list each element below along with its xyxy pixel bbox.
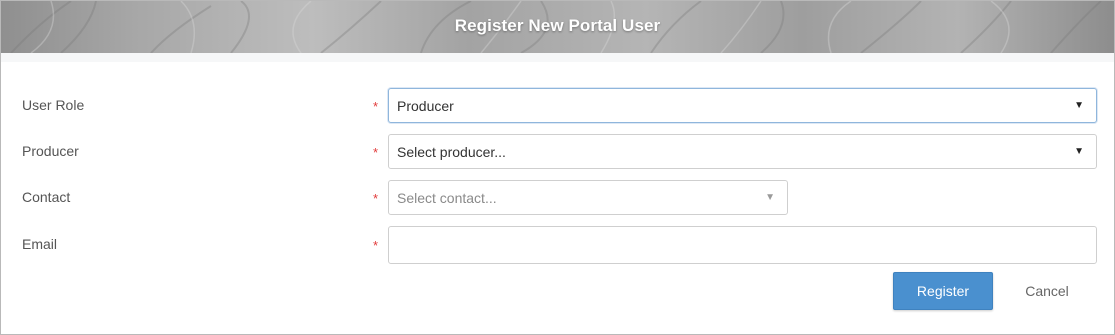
email-label: Email (22, 236, 58, 252)
cancel-button[interactable]: Cancel (1010, 272, 1084, 310)
dialog-header: Register New Portal User (1, 1, 1114, 53)
register-button[interactable]: Register (893, 272, 993, 310)
producer-select[interactable]: Select producer... ▼ (388, 134, 1097, 169)
register-portal-user-dialog: Register New Portal User User Role * Pro… (0, 0, 1115, 335)
email-field[interactable] (388, 226, 1097, 264)
contact-label: Contact (22, 189, 71, 205)
user-role-selected-value: Producer (397, 97, 454, 114)
producer-required-marker: * (373, 145, 379, 160)
producer-row: Producer * Select producer... ▼ (1, 134, 1114, 169)
dialog-title: Register New Portal User (454, 16, 661, 35)
contact-required-marker: * (373, 191, 379, 206)
caret-down-icon: ▼ (1074, 100, 1084, 111)
email-required-marker: * (373, 238, 379, 253)
user-role-label: User Role (22, 97, 85, 113)
producer-label: Producer (22, 143, 79, 159)
user-role-select[interactable]: Producer ▼ (388, 88, 1097, 123)
user-role-row: User Role * Producer ▼ (1, 88, 1114, 123)
header-divider (1, 53, 1114, 62)
user-role-required-marker: * (373, 99, 379, 114)
contact-select[interactable]: Select contact... ▼ (388, 180, 788, 215)
caret-down-icon: ▼ (1074, 146, 1084, 157)
caret-down-icon: ▼ (765, 192, 775, 203)
producer-selected-value: Select producer... (397, 143, 506, 160)
contact-selected-value: Select contact... (397, 189, 497, 206)
contact-row: Contact * Select contact... ▼ (1, 180, 1114, 215)
email-row: Email * (1, 226, 1114, 264)
